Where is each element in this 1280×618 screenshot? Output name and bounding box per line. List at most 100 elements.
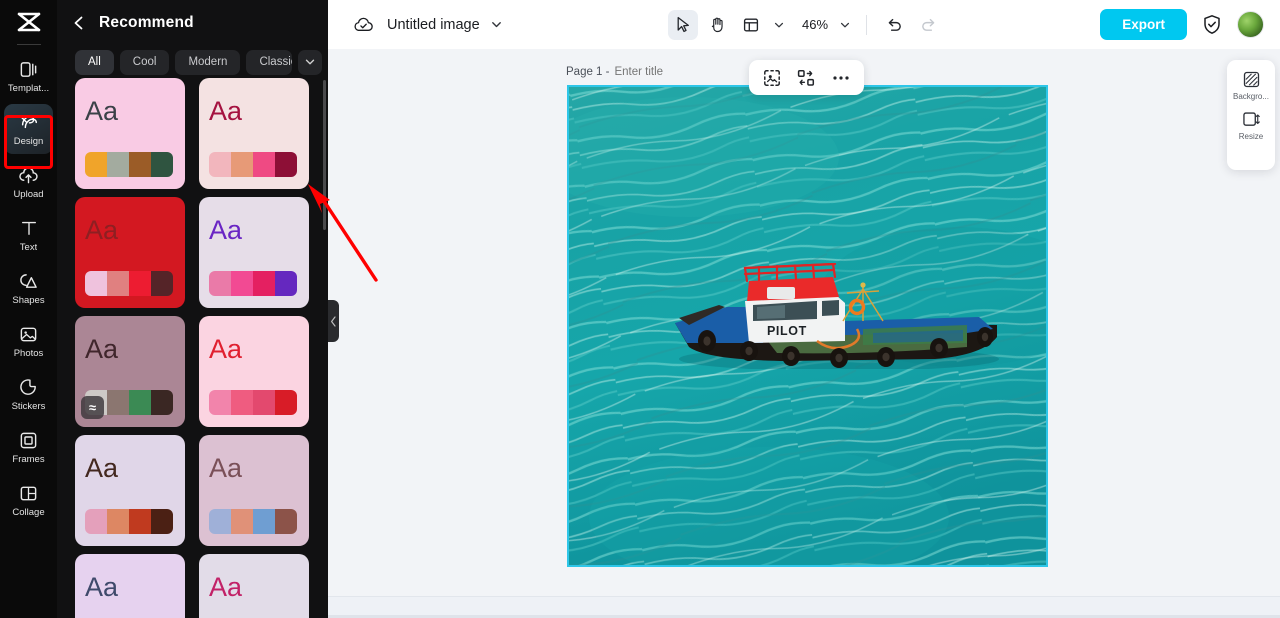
template-sample-text: Aa <box>209 96 243 126</box>
template-card[interactable]: Aa <box>75 435 185 546</box>
recommend-panel: Recommend All Cool Modern Classic AaAaAa… <box>57 0 328 618</box>
selection-float-toolbar <box>749 60 864 95</box>
svg-text:PILOT: PILOT <box>767 324 807 338</box>
panel-collapse-handle[interactable] <box>328 300 339 342</box>
page-title-input[interactable] <box>614 66 695 78</box>
template-sample-text: Aa <box>209 453 243 483</box>
swatch-chip <box>107 390 129 415</box>
swatch-chip <box>85 271 107 296</box>
sidebar-item-shapes[interactable]: Shapes <box>4 263 53 313</box>
swatch-chip <box>209 152 231 177</box>
filter-chips: All Cool Modern Classic <box>57 46 328 78</box>
swatch-chip <box>275 271 297 296</box>
sidebar-item-templates[interactable]: Templat... <box>4 51 53 101</box>
swatch-chip <box>231 390 253 415</box>
dock-item-resize[interactable]: Resize <box>1229 109 1273 141</box>
zoom-level-value[interactable]: 46% <box>802 17 828 32</box>
chevron-down-icon[interactable] <box>298 49 323 75</box>
export-button[interactable]: Export <box>1100 9 1187 40</box>
undo-button[interactable] <box>879 10 909 40</box>
sidebar-item-label: Upload <box>13 188 44 200</box>
swatch-chip <box>253 390 275 415</box>
background-pattern-icon <box>1243 69 1260 89</box>
sidebar-item-label: Stickers <box>11 400 46 412</box>
chip-all[interactable]: All <box>75 49 114 75</box>
dock-item-label: Backgro... <box>1232 92 1269 101</box>
select-tool-button[interactable] <box>668 9 698 40</box>
swatch-chip <box>275 390 297 415</box>
template-card[interactable]: Aa <box>199 435 309 546</box>
sidebar-item-upload[interactable]: Upload <box>4 157 53 207</box>
chevron-left-icon[interactable] <box>67 11 91 35</box>
selected-image-frame[interactable]: PILOT <box>567 85 1048 567</box>
more-dots-icon[interactable] <box>828 65 854 91</box>
shapes-icon <box>19 271 38 292</box>
cloud-saved-icon[interactable] <box>352 14 374 36</box>
page-title: Recommend <box>99 14 194 31</box>
chip-modern[interactable]: Modern <box>175 49 241 75</box>
avatar[interactable] <box>1237 11 1264 38</box>
sidebar-item-design[interactable]: Design <box>4 104 53 154</box>
swatch-chip <box>107 271 129 296</box>
template-color-swatches <box>209 509 297 534</box>
template-card[interactable]: Aa ≈ <box>75 316 185 427</box>
template-sample-text: Aa <box>85 453 119 483</box>
template-color-swatches <box>85 271 173 296</box>
swatch-chip <box>85 509 107 534</box>
chevron-down-icon[interactable] <box>836 11 854 39</box>
template-card[interactable]: Aa <box>199 554 309 618</box>
chevron-down-icon[interactable] <box>770 11 788 39</box>
template-sample-text: Aa <box>85 96 119 126</box>
capcut-logo-icon[interactable] <box>12 9 46 35</box>
document-title[interactable]: Untitled image <box>387 17 480 33</box>
panel-scrollbar[interactable] <box>323 80 326 230</box>
template-card[interactable]: Aa <box>199 197 309 308</box>
redo-button[interactable] <box>913 10 943 40</box>
hand-tool-button[interactable] <box>702 10 732 40</box>
dock-item-label: Resize <box>1238 132 1264 141</box>
sidebar-item-text[interactable]: Text <box>4 210 53 260</box>
template-card[interactable]: Aa <box>75 554 185 618</box>
sidebar-item-stickers[interactable]: Stickers <box>4 369 53 419</box>
topbar-right-group: Export <box>1100 9 1264 40</box>
cutout-subject-icon[interactable] <box>759 65 785 91</box>
sidebar-item-collage[interactable]: Collage <box>4 475 53 525</box>
template-sample-text: Aa <box>209 572 243 602</box>
waves-icon[interactable]: ≈ <box>81 396 104 419</box>
sidebar-item-label: Frames <box>12 453 45 465</box>
swatch-chip <box>107 509 129 534</box>
swatch-chip <box>275 509 297 534</box>
swatch-chip <box>151 271 173 296</box>
collage-icon <box>19 483 38 504</box>
sidebar-item-frames[interactable]: Frames <box>4 422 53 472</box>
chevron-down-icon[interactable] <box>490 18 503 31</box>
template-card[interactable]: Aa <box>75 78 185 189</box>
toolbar-divider <box>866 14 868 35</box>
swap-replace-icon[interactable] <box>793 65 819 91</box>
template-card[interactable]: Aa <box>199 316 309 427</box>
sidebar-item-photos[interactable]: Photos <box>4 316 53 366</box>
swatch-chip <box>151 509 173 534</box>
swatch-chip <box>129 390 151 415</box>
template-card[interactable]: Aa <box>75 197 185 308</box>
chip-cool[interactable]: Cool <box>119 49 170 75</box>
chip-classic[interactable]: Classic <box>246 49 293 75</box>
upload-cloud-icon <box>18 165 39 186</box>
swatch-chip <box>253 271 275 296</box>
dock-item-background[interactable]: Backgro... <box>1229 69 1273 101</box>
swatch-chip <box>151 390 173 415</box>
layout-panel-button[interactable] <box>736 10 766 40</box>
page-number-label: Page 1 - <box>566 66 610 78</box>
swatch-chip <box>107 152 129 177</box>
sidebar-item-label: Photos <box>13 347 44 359</box>
swatch-chip <box>253 509 275 534</box>
shield-check-icon[interactable] <box>1199 12 1225 38</box>
template-color-swatches <box>209 271 297 296</box>
swatch-chip <box>275 152 297 177</box>
template-sample-text: Aa <box>209 215 243 245</box>
stickers-icon <box>19 377 38 398</box>
template-card[interactable]: Aa <box>199 78 309 189</box>
swatch-chip <box>231 152 253 177</box>
design-icon <box>19 112 39 133</box>
right-side-dock: Backgro... Resize <box>1227 60 1275 170</box>
